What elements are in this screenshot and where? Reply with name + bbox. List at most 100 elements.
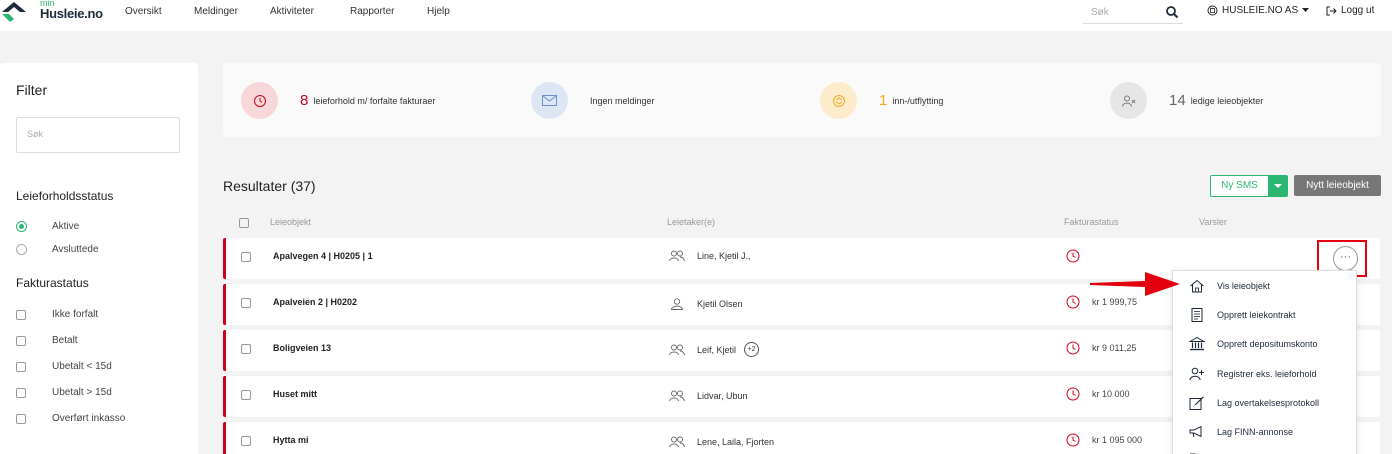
radio-avsluttede[interactable] [16,244,27,255]
invoice-option-ikke-forfalt[interactable]: Ikke forfalt [16,309,98,320]
clock-icon [241,82,278,119]
column-header-alerts[interactable]: Varsler [1199,217,1227,227]
row-amount: kr 10 000 [1092,389,1130,399]
status-option-label: Avsluttede [52,244,99,255]
row-invoice: kr 10 000 [1066,387,1130,401]
filter-panel: Filter Søk Leieforholdsstatus Aktive Avs… [0,63,198,454]
more-tenants-badge[interactable]: +2 [744,342,760,357]
menu-item-handover-protocol[interactable]: Lag overtakelsesprotokoll [1189,396,1319,410]
search-icon[interactable] [1165,5,1179,19]
top-navbar: min Husleie.no Oversikt Meldinger Aktivi… [0,0,1392,31]
invoice-option-label: Betalt [52,335,78,346]
status-option-avsluttede[interactable]: Avsluttede [16,244,99,255]
filter-search-input[interactable]: Søk [16,117,180,153]
stat-moving-count: 1 [879,92,888,109]
nav-aktiviteter[interactable]: Aktiviteter [270,6,314,17]
clock-icon [1066,341,1080,355]
nav-oversikt[interactable]: Oversikt [125,6,162,17]
select-all-checkbox[interactable] [239,218,249,228]
logo[interactable]: min Husleie.no [0,0,110,28]
row-object[interactable]: Apalveien 2 | H0202 [273,297,357,307]
people-icon [669,250,685,262]
row-invoice [1066,249,1092,263]
checkbox[interactable] [16,335,26,346]
menu-item-label: Lag FINN-annonse [1217,427,1294,437]
row-checkbox[interactable] [241,298,251,308]
row-tenants: Lene, Laila, Fjorten [669,436,774,448]
nav-hjelp[interactable]: Hjelp [427,6,450,17]
logout-label: Logg ut [1341,5,1375,16]
people-icon [669,344,685,355]
row-checkbox[interactable] [241,344,251,354]
stat-moving-text: inn-/utflytting [892,95,944,106]
menu-item-view-property[interactable]: Vis leieobjekt [1189,279,1270,293]
invoice-option-betalt[interactable]: Betalt [16,335,78,346]
menu-item-create-contract[interactable]: Opprett leiekontrakt [1189,308,1296,322]
new-sms-button[interactable]: Ny SMS [1210,175,1288,197]
logout-link[interactable]: Logg ut [1326,5,1374,16]
checkbox[interactable] [16,361,26,372]
row-object[interactable]: Hytta mi [273,435,309,445]
menu-item-register-lease[interactable]: Registrer eks. leieforhold [1189,367,1317,381]
row-tenants-text: Leif, Kjetil [697,344,737,355]
logo-brand-text: Husleie.no [40,6,103,21]
invoice-option-inkasso[interactable]: Overført inkasso [16,413,125,424]
row-invoice: kr 1 095 000 [1066,433,1142,447]
clock-icon [1066,295,1080,309]
filter-search-placeholder: Søk [27,129,44,139]
row-object[interactable]: Huset mitt [273,389,317,399]
logo-mark-icon [2,2,26,22]
nav-meldinger[interactable]: Meldinger [194,6,238,17]
company-dropdown[interactable]: HUSLEIE.NO AS [1207,5,1310,16]
stat-messages[interactable]: Ingen meldinger [531,82,655,119]
status-option-aktive[interactable]: Aktive [16,221,79,232]
menu-item-finn-ad[interactable]: Lag FINN-annonse [1189,425,1293,439]
row-tenants: Line, Kjetil J., [669,250,751,262]
chevron-down-icon[interactable] [1268,176,1287,196]
new-sms-label[interactable]: Ny SMS [1211,176,1269,196]
row-tenants-text: Lidvar, Ubun [697,391,748,401]
row-checkbox[interactable] [241,436,251,446]
stat-overdue-text: leieforhold m/ forfalte fakturaer [313,95,436,106]
menu-item-create-deposit[interactable]: Opprett depositumskonto [1189,337,1318,351]
megaphone-icon [1189,425,1202,438]
row-checkbox[interactable] [241,390,251,400]
invoice-section-title: Fakturastatus [16,276,89,290]
new-property-button[interactable]: Nytt leieobjekt [1294,175,1381,196]
stat-vacant[interactable]: 14 ledige leieobjekter [1110,82,1263,119]
checkbox[interactable] [16,387,26,398]
stat-moving[interactable]: 1 inn-/utflytting [820,82,943,119]
company-name: HUSLEIE.NO AS [1222,5,1299,16]
bank-icon [1189,337,1205,351]
people-icon [669,390,685,402]
row-tenants: Kjetil Olsen [669,298,743,310]
column-header-tenants[interactable]: Leietaker(e) [667,217,715,227]
invoice-option-ubetalt-under-15[interactable]: Ubetalt < 15d [16,361,112,372]
row-tenants-text: Line, Kjetil J., [697,251,751,261]
menu-item-label: Lag overtakelsesprotokoll [1217,398,1320,408]
row-invoice: kr 9 011,25 [1066,341,1136,355]
row-checkbox[interactable] [241,252,251,262]
menu-item-label: Vis leieobjekt [1217,281,1270,291]
edit-icon [1189,396,1204,410]
invoice-option-ubetalt-over-15[interactable]: Ubetalt > 15d [16,387,112,398]
radio-aktive[interactable] [16,221,27,232]
checkbox[interactable] [16,413,26,424]
row-tenants-text: Kjetil Olsen [697,299,743,309]
top-search-placeholder: Søk [1091,7,1109,18]
checkbox[interactable] [16,309,26,320]
stat-overdue[interactable]: 8 leieforhold m/ forfalte fakturaer [241,82,435,119]
invoice-option-label: Ubetalt > 15d [52,387,112,398]
nav-rapporter[interactable]: Rapporter [350,6,394,17]
top-search-input[interactable]: Søk [1083,2,1183,24]
clock-icon [1066,249,1080,263]
row-object[interactable]: Apalvegen 4 | H0205 | 1 [273,251,373,261]
row-amount: kr 1 999,75 [1092,297,1138,307]
column-header-invoice-status[interactable]: Fakturastatus [1064,217,1119,227]
document-icon [1191,308,1203,322]
column-header-object[interactable]: Leieobjekt [270,217,311,227]
row-object[interactable]: Boligveien 13 [273,343,331,353]
status-option-label: Aktive [52,221,80,232]
row-amount: kr 9 011,25 [1092,343,1137,353]
company-icon [1207,5,1218,16]
